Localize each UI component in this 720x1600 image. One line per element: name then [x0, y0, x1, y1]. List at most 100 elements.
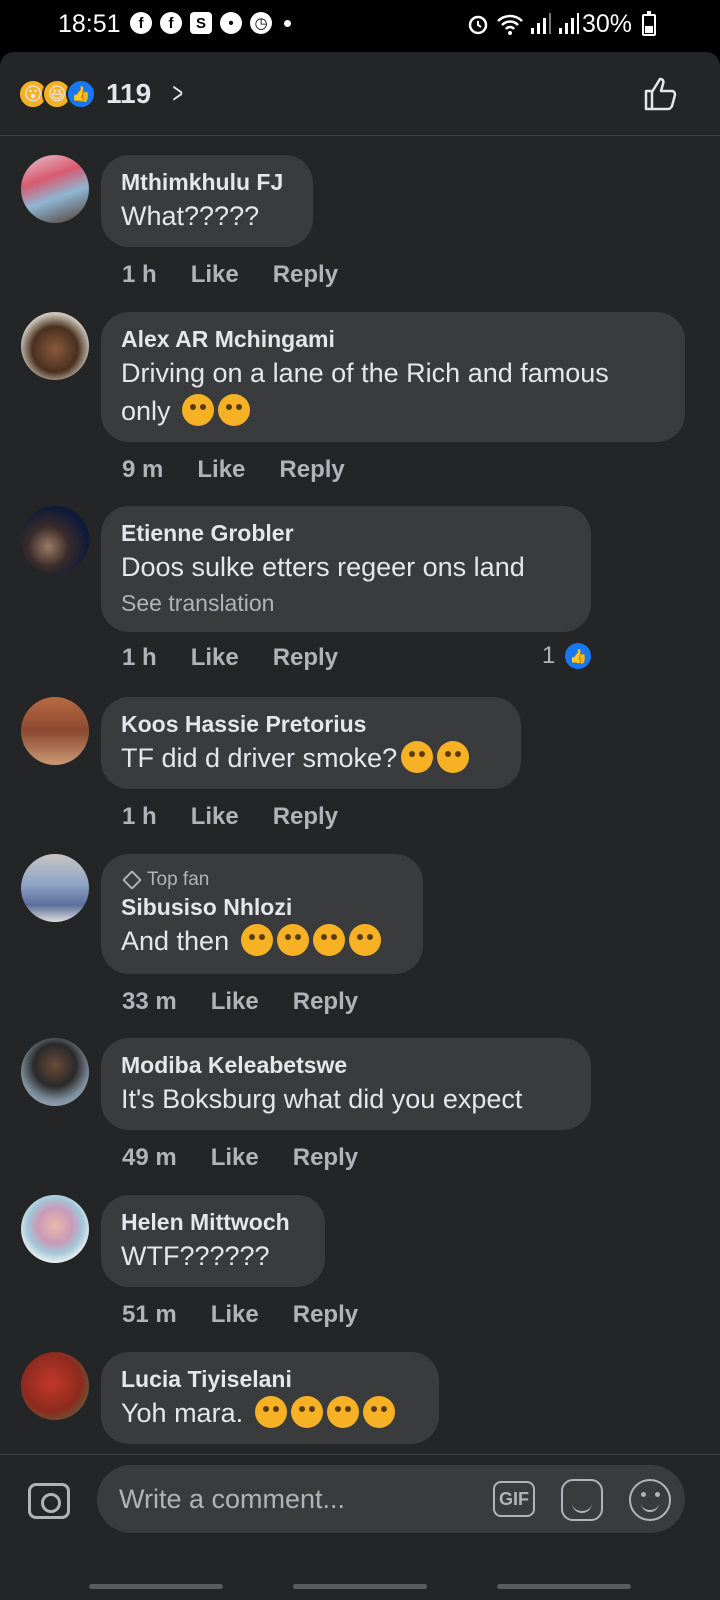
- comment-text: Yoh mara.: [121, 1398, 244, 1428]
- like-link[interactable]: Like: [211, 988, 259, 1016]
- reactions-summary[interactable]: 😮 😆 👍 119 >: [18, 77, 187, 111]
- avatar[interactable]: [21, 1195, 89, 1263]
- comment-text: WTF??????: [121, 1241, 270, 1271]
- comment-reactions[interactable]: 1 👍: [542, 642, 592, 670]
- battery-icon: [642, 11, 656, 36]
- reply-link[interactable]: Reply: [273, 644, 338, 672]
- comment-time[interactable]: 1 h: [122, 803, 157, 831]
- wifi-icon: [497, 14, 523, 35]
- comment-bubble: Top fan Sibusiso Nhlozi And then: [101, 854, 423, 974]
- notification-icons: f f S • ◷: [130, 12, 291, 34]
- more-notifications-dot-icon: [284, 19, 291, 27]
- comment-text: TF did d driver smoke?: [121, 743, 398, 773]
- like-link[interactable]: Like: [211, 1144, 259, 1172]
- comment-text: Doos sulke etters regeer ons land: [121, 552, 525, 582]
- chevron-right-icon: >: [172, 77, 184, 110]
- comment-author[interactable]: Mthimkhulu FJ: [121, 167, 293, 197]
- comment-author[interactable]: Sibusiso Nhlozi: [121, 892, 403, 922]
- comment-time[interactable]: 1 h: [122, 644, 157, 672]
- battery-percent: 30%: [581, 10, 632, 38]
- nav-home-button[interactable]: [293, 1584, 427, 1589]
- avatar[interactable]: [21, 155, 89, 223]
- comment-author[interactable]: Koos Hassie Pretorius: [121, 709, 501, 739]
- flushed-emoji-icon: [276, 924, 309, 956]
- alarm-icon: [468, 15, 488, 35]
- comment-text: It's Boksburg what did you expect: [121, 1084, 523, 1114]
- camera-icon[interactable]: [28, 1483, 70, 1519]
- system-nav-bar: [0, 1550, 720, 1600]
- gif-button[interactable]: GIF: [493, 1481, 535, 1517]
- diamond-icon: [122, 870, 142, 890]
- facebook-icon: f: [160, 12, 182, 34]
- reply-link[interactable]: Reply: [273, 261, 338, 289]
- comment-input-container: GIF: [97, 1465, 685, 1533]
- comment-time[interactable]: 1 h: [122, 261, 157, 289]
- comment-actions: 1 h Like Reply: [122, 261, 338, 289]
- system-icons: [466, 12, 580, 36]
- reply-link[interactable]: Reply: [279, 456, 344, 484]
- comment-author[interactable]: Etienne Grobler: [121, 518, 571, 548]
- comment-author[interactable]: Helen Mittwoch: [121, 1207, 305, 1237]
- comment-time[interactable]: 51 m: [122, 1301, 177, 1329]
- like-link[interactable]: Like: [211, 1301, 259, 1329]
- reaction-count: 1: [542, 642, 556, 669]
- tired-face-emoji-icon: [401, 741, 434, 773]
- nav-back-button[interactable]: [497, 1584, 631, 1589]
- thinking-emoji-icon: [348, 924, 381, 956]
- comment-composer: GIF: [0, 1454, 720, 1550]
- rofl-emoji-icon: [362, 1396, 395, 1428]
- rofl-emoji-icon: [218, 394, 251, 426]
- signal-icon: [531, 13, 551, 34]
- comment-bubble: Alex AR Mchingami Driving on a lane of t…: [101, 312, 685, 442]
- avatar[interactable]: [21, 312, 89, 380]
- like-button[interactable]: [640, 74, 680, 114]
- comment-bubble: Etienne Grobler Doos sulke etters regeer…: [101, 506, 591, 632]
- comment-bubble: Mthimkhulu FJ What?????: [101, 155, 313, 247]
- comment-author[interactable]: Alex AR Mchingami: [121, 324, 665, 354]
- reply-link[interactable]: Reply: [293, 1144, 358, 1172]
- reply-link[interactable]: Reply: [293, 1301, 358, 1329]
- comment-actions: 51 m Like Reply: [122, 1301, 358, 1329]
- rofl-emoji-icon: [326, 1396, 359, 1428]
- thinking-emoji-icon: [312, 924, 345, 956]
- comment-input[interactable]: [119, 1479, 479, 1519]
- avatar[interactable]: [21, 506, 89, 574]
- emoji-icon[interactable]: [629, 1479, 671, 1521]
- rofl-emoji-icon: [182, 394, 215, 426]
- comment-actions: 49 m Like Reply: [122, 1144, 358, 1172]
- comment-time[interactable]: 33 m: [122, 988, 177, 1016]
- sticker-icon[interactable]: [561, 1479, 603, 1521]
- s-app-icon: S: [190, 12, 212, 34]
- see-translation-link[interactable]: See translation: [121, 586, 571, 620]
- comment-actions: 1 h Like Reply: [122, 803, 338, 831]
- reply-link[interactable]: Reply: [293, 988, 358, 1016]
- comments-sheet: 😮 😆 👍 119 > Mthimkhulu FJ What????? 1 h …: [0, 52, 720, 1600]
- comment-text: And then: [121, 926, 230, 956]
- avatar[interactable]: [21, 1352, 89, 1420]
- like-link[interactable]: Like: [191, 803, 239, 831]
- avatar[interactable]: [21, 697, 89, 765]
- flushed-emoji-icon: [240, 924, 273, 956]
- comment-time[interactable]: 49 m: [122, 1144, 177, 1172]
- comment-text: Driving on a lane of the Rich and famous: [121, 358, 609, 388]
- avatar[interactable]: [21, 1038, 89, 1106]
- reactions-header: 😮 😆 👍 119 >: [0, 52, 720, 136]
- comment-text: only: [121, 396, 171, 426]
- facebook-icon: f: [130, 12, 152, 34]
- comment-actions: 1 h Like Reply: [122, 644, 338, 672]
- comment-author[interactable]: Modiba Keleabetswe: [121, 1050, 571, 1080]
- comment-author[interactable]: Lucia Tiyiselani: [121, 1364, 419, 1394]
- tired-face-emoji-icon: [437, 741, 470, 773]
- like-link[interactable]: Like: [191, 644, 239, 672]
- comment-bubble: Modiba Keleabetswe It's Boksburg what di…: [101, 1038, 591, 1130]
- like-link[interactable]: Like: [197, 456, 245, 484]
- like-link[interactable]: Like: [191, 261, 239, 289]
- comment-time[interactable]: 9 m: [122, 456, 163, 484]
- alarm-icon: ◷: [250, 12, 272, 34]
- joy-emoji-icon: [254, 1396, 287, 1428]
- nav-recents-button[interactable]: [89, 1584, 223, 1589]
- avatar[interactable]: [21, 854, 89, 922]
- like-badge-icon: 👍: [565, 643, 592, 669]
- reply-link[interactable]: Reply: [273, 803, 338, 831]
- comment-bubble: Koos Hassie Pretorius TF did d driver sm…: [101, 697, 521, 789]
